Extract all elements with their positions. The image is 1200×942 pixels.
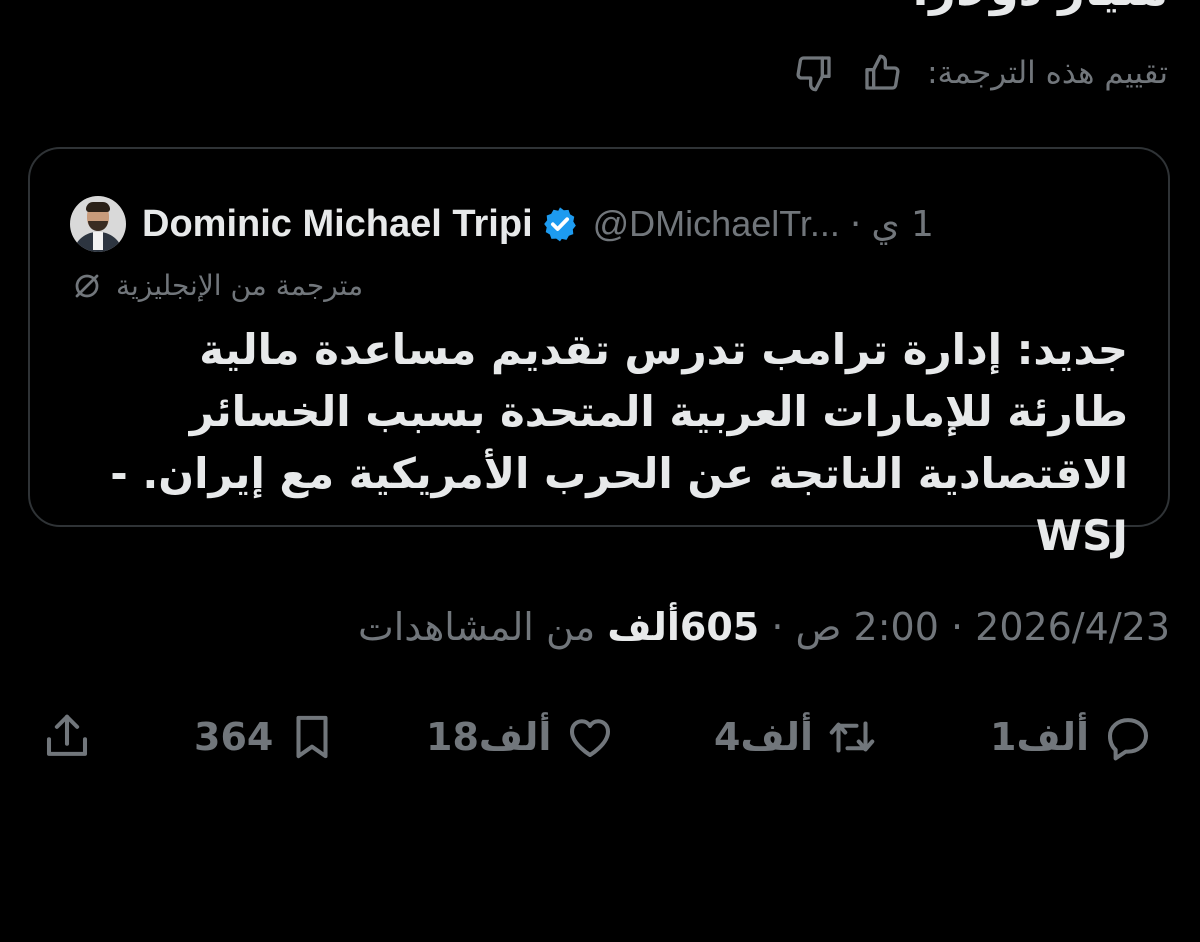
retweet-button[interactable]: 4ألف <box>714 705 879 769</box>
bookmark-icon <box>296 715 328 759</box>
share-button[interactable] <box>40 705 94 769</box>
thumbs-up-icon <box>865 54 900 90</box>
translated-from-row: مترجمة من الإنجليزية <box>72 269 363 302</box>
thumbs-up-button[interactable] <box>859 50 905 96</box>
quoted-tweet-text: جديد: إدارة ترامب تدرس تقديم مساعدة مالي… <box>110 325 1128 560</box>
tweet-text-cut-line: مليار دولار. <box>912 0 1168 16</box>
retweet-icon <box>829 721 875 753</box>
translated-from-label: مترجمة من الإنجليزية <box>116 269 364 302</box>
reply-count: 1ألف <box>990 715 1090 759</box>
quoted-tweet-card[interactable]: Dominic Michael Tripi @DMichaelTr... · 1… <box>28 147 1170 560</box>
tweet-actions-bar: 1ألف 4ألف 18ألف 364 <box>0 705 1200 769</box>
bookmark-button[interactable]: 364 <box>194 705 339 769</box>
author-display-name[interactable]: Dominic Michael Tripi <box>142 203 533 246</box>
verified-badge-icon <box>543 207 576 242</box>
quoted-tweet-time[interactable]: 1 ي <box>871 204 934 245</box>
tweet-time[interactable]: 2:00 ص <box>796 605 939 649</box>
tweet-date[interactable]: 2026/4/23 <box>975 605 1170 649</box>
tweet-meta-row: 2026/4/23 · 2:00 ص · 605ألف من المشاهدات <box>358 605 1170 649</box>
like-count: 18ألف <box>426 715 552 759</box>
views-label: من المشاهدات <box>357 605 596 649</box>
share-icon <box>46 714 88 756</box>
reply-button[interactable]: 1ألف <box>990 705 1155 769</box>
author-handle[interactable]: @DMichaelTr... <box>593 203 840 245</box>
avatar[interactable] <box>70 196 126 252</box>
retweet-count: 4ألف <box>714 715 814 759</box>
thumbs-down-icon <box>796 56 831 92</box>
translate-icon <box>75 274 99 297</box>
meta-separator-1: · <box>950 605 964 649</box>
rate-translation-label: تقييم هذه الترجمة: <box>927 55 1168 91</box>
reply-icon <box>1107 718 1149 761</box>
meta-separator-2: · <box>771 605 784 649</box>
thumbs-down-button[interactable] <box>791 50 837 96</box>
views-count: 605ألف <box>607 605 760 649</box>
rate-translation-row: تقييم هذه الترجمة: <box>791 50 1168 96</box>
header-separator: · <box>849 203 862 245</box>
bookmark-count: 364 <box>194 715 274 759</box>
like-button[interactable]: 18ألف <box>426 705 617 769</box>
heart-icon <box>570 719 611 758</box>
quoted-tweet-header: Dominic Michael Tripi @DMichaelTr... · 1… <box>70 189 1106 259</box>
